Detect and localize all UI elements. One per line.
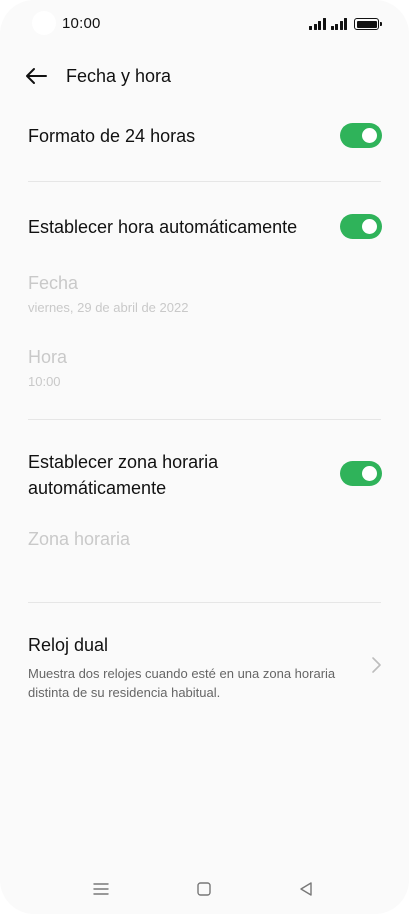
divider (28, 419, 381, 420)
status-icons (309, 16, 382, 30)
signal-icon (330, 18, 347, 30)
menu-button[interactable] (90, 878, 112, 900)
setting-time-value: 10:00 (28, 374, 61, 389)
divider (28, 181, 381, 182)
app-header: Fecha y hora (0, 52, 409, 100)
setting-24h-format[interactable]: Formato de 24 horas (28, 123, 381, 149)
setting-timezone-label: Zona horaria (28, 529, 131, 549)
signal-icon (309, 18, 326, 30)
setting-auto-timezone-label-line2: automáticamente (28, 478, 167, 498)
toggle-knob (362, 219, 377, 234)
setting-auto-timezone[interactable]: Establecer zona horaria automáticamente (28, 449, 319, 501)
setting-dual-clock-desc-line2: distinta de su residencia habitual. (28, 685, 221, 700)
back-button[interactable] (20, 62, 52, 90)
setting-auto-time[interactable]: Establecer hora automáticamente (28, 214, 381, 240)
setting-timezone: Zona horaria (28, 526, 381, 552)
system-navigation-bar (0, 872, 409, 906)
setting-date-value: viernes, 29 de abril de 2022 (28, 300, 189, 315)
toggle-auto-time[interactable] (340, 214, 382, 239)
menu-lines-icon (93, 883, 109, 895)
setting-24h-format-label: Formato de 24 horas (28, 126, 196, 146)
status-clock: 10:00 (62, 15, 101, 32)
arrow-left-icon (26, 68, 47, 84)
toggle-knob (362, 466, 377, 481)
divider (28, 602, 381, 603)
setting-auto-time-label: Establecer hora automáticamente (28, 217, 298, 237)
setting-dual-clock-label: Reloj dual (28, 635, 109, 655)
setting-dual-clock-desc-line1: Muestra dos relojes cuando esté en una z… (28, 666, 336, 681)
phone-screen: 10:00 Fecha y hora Formato de 24 horas E… (0, 0, 409, 914)
page-title: Fecha y hora (66, 66, 172, 86)
setting-time: Hora 10:00 (28, 344, 381, 389)
setting-date-label: Fecha (28, 273, 79, 293)
home-button[interactable] (193, 878, 215, 900)
status-bar: 10:00 (0, 0, 409, 46)
toggle-knob (362, 128, 377, 143)
battery-icon (354, 18, 382, 30)
toggle-auto-timezone[interactable] (340, 461, 382, 486)
setting-auto-timezone-label-line1: Establecer zona horaria (28, 452, 219, 472)
front-camera (32, 11, 56, 35)
setting-dual-clock[interactable]: Reloj dual Muestra dos relojes cuando es… (28, 632, 349, 702)
toggle-24h-format[interactable] (340, 123, 382, 148)
back-nav-button[interactable] (295, 878, 317, 900)
setting-date: Fecha viernes, 29 de abril de 2022 (28, 270, 381, 315)
chevron-right-icon (372, 657, 381, 673)
home-square-icon (197, 882, 211, 896)
setting-time-label: Hora (28, 347, 68, 367)
triangle-back-icon (300, 882, 312, 896)
